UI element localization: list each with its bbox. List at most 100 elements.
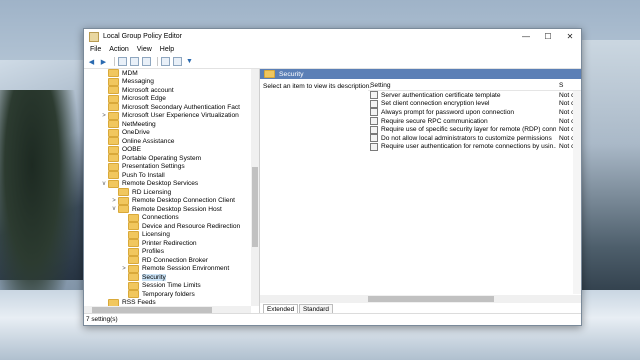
tree-item-label: Messaging [122,78,154,86]
forward-arrow-icon[interactable]: ▶ [99,57,108,66]
tree-item[interactable]: v Remote Desktop Session Host [84,205,251,214]
tree-scroll-thumb[interactable] [252,167,258,247]
policy-row[interactable]: Set client connection encryption level No… [368,99,581,109]
policy-setting-name: Server authentication certificate templa… [381,91,501,99]
tree-vertical-scrollbar[interactable] [251,69,259,306]
tree-item[interactable]: Presentation Settings [84,162,251,172]
tree-item-label: Portable Operating System [122,154,202,162]
policy-row[interactable]: Server authentication certificate templa… [368,91,581,100]
tree-item[interactable]: > Microsoft User Experience Virtualizatio… [84,111,251,121]
tree-item[interactable]: Portable Operating System [84,154,251,163]
policy-setting-name: Set client connection encryption level [381,100,490,108]
tree-item[interactable]: Push To Install [84,171,251,180]
status-bar: 7 setting(s) [84,313,581,325]
tree-item-label: Device and Resource Redirection [142,222,241,230]
policy-setting-cell: Require secure RPC communication [368,117,556,126]
policy-row[interactable]: Always prompt for password upon connecti… [368,108,581,117]
menu-help[interactable]: Help [156,46,178,53]
policy-row[interactable]: Require user authentication for remote c… [368,142,581,152]
tree-item[interactable]: Microsoft Edge [84,94,251,104]
details-header: Security [260,69,581,79]
policy-row[interactable]: Do not allow local administrators to cus… [368,134,581,143]
export-list-icon[interactable] [142,57,151,66]
tree-item[interactable]: Printer Redirection [84,239,251,248]
folder-icon [108,128,119,137]
folder-icon [118,205,129,214]
back-arrow-icon[interactable]: ◀ [87,57,96,66]
policy-setting-cell: Do not allow local administrators to cus… [368,134,556,143]
up-folder-icon[interactable] [118,57,127,66]
tree-item-label: Remote Desktop Session Host [132,205,222,213]
chevron-right-icon[interactable]: > [110,198,118,204]
tree-item-label: Microsoft Secondary Authentication Fact [122,103,241,111]
tree-item[interactable]: MDM [84,69,251,78]
folder-icon [108,111,119,120]
tree-item-label: Session Time Limits [142,282,201,290]
tree-item[interactable]: Device and Resource Redirection [84,222,251,231]
policy-setting-icon [370,134,378,143]
folder-icon [128,239,139,248]
tree-item[interactable]: Microsoft Secondary Authentication Fact [84,103,251,112]
folder-icon [108,94,119,103]
folder-icon [128,256,139,265]
column-header-state[interactable]: S [556,82,581,89]
tree-item-label: Remote Session Environment [142,265,230,273]
chevron-down-icon[interactable]: v [110,206,118,212]
minimize-button[interactable]: — [515,29,537,44]
properties-icon[interactable] [173,57,182,66]
policy-setting-cell: Always prompt for password upon connecti… [368,108,556,117]
tree-item[interactable]: RD Licensing [84,188,251,197]
details-hscroll-thumb[interactable] [368,296,494,302]
toolbar: ◀ ▶ ▼ [84,55,581,69]
tree-item[interactable]: Messaging [84,77,251,87]
tree-item-label: OneDrive [122,129,150,137]
policy-row[interactable]: Require use of specific security layer f… [368,125,581,134]
chevron-right-icon[interactable]: > [120,266,128,272]
tree-item[interactable]: Online Assistance [84,137,251,146]
policy-setting-name: Require user authentication for remote c… [381,143,556,151]
list-rows: Server authentication certificate templa… [368,91,581,151]
main-content: MDM Messaging Microsoft account Microsoft E… [84,69,581,314]
maximize-button[interactable]: ☐ [537,29,559,44]
tree-item[interactable]: v Remote Desktop Services [84,179,251,189]
list-vertical-scrollbar[interactable] [573,91,581,294]
policy-setting-cell: Require use of specific security layer f… [368,125,556,134]
tree-item[interactable]: Temporary folders [84,290,251,299]
policy-row[interactable]: Require secure RPC communication Not c [368,117,581,126]
tree-item[interactable]: OOBE [84,145,251,155]
tree-item[interactable]: NetMeeting [84,120,251,129]
title-bar[interactable]: Local Group Policy Editor — ☐ ✕ [84,29,581,44]
tree-item-label: OOBE [122,146,142,154]
tree-item[interactable]: > Remote Desktop Connection Client [84,196,251,206]
tree-item[interactable]: Session Time Limits [84,281,251,291]
policy-setting-icon [370,117,378,126]
filter-icon[interactable]: ▼ [185,57,194,66]
tree-item[interactable]: Profiles [84,247,251,257]
details-horizontal-scrollbar[interactable] [260,295,581,303]
menu-view[interactable]: View [133,46,156,53]
settings-list: Setting S Server authentication certific… [368,80,581,294]
tree-item[interactable]: OneDrive [84,128,251,138]
menu-action[interactable]: Action [105,46,132,53]
tree-item-label: Temporary folders [142,290,195,298]
policy-setting-name: Always prompt for password upon connecti… [381,108,515,116]
description-text: Select an item to view its description. [263,83,372,90]
tree-item[interactable]: Microsoft account [84,86,251,95]
close-button[interactable]: ✕ [559,29,581,44]
app-icon [89,31,99,42]
folder-icon [128,247,139,256]
folder-icon [108,86,119,95]
tree-item[interactable]: Connections [84,213,251,223]
folder-icon [108,171,119,180]
chevron-down-icon[interactable]: v [100,181,108,187]
menu-file[interactable]: File [86,46,105,53]
column-header-setting[interactable]: Setting [368,82,556,89]
show-hide-tree-icon[interactable] [130,57,139,66]
tree-item[interactable]: > Remote Session Environment [84,264,251,274]
tree-item[interactable]: Licensing [84,230,251,240]
tree-item[interactable]: RD Connection Broker [84,256,251,265]
tree-item-label: Microsoft Edge [122,95,166,103]
chevron-right-icon[interactable]: > [100,113,108,119]
tree-item[interactable]: Security [84,273,251,282]
help-icon[interactable] [161,57,170,66]
